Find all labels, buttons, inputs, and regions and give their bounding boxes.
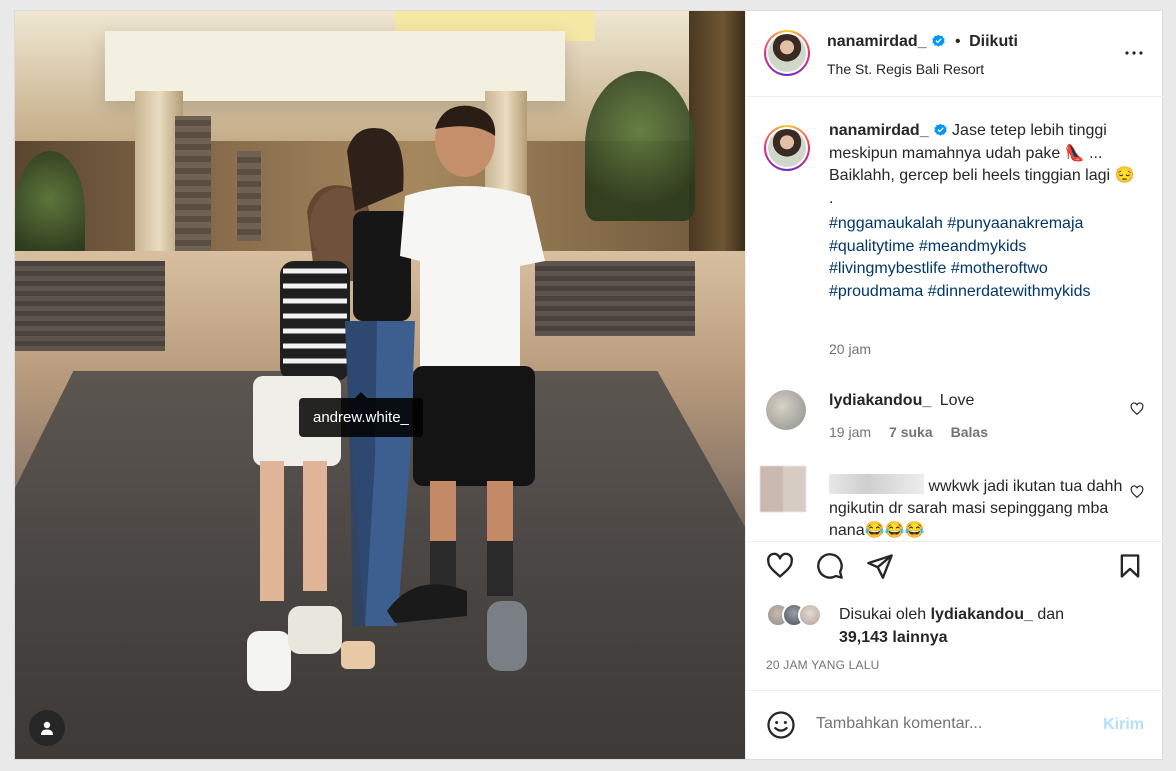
post-modal: andrew.white_ nanamirdad_ • Diikuti The … bbox=[14, 10, 1164, 760]
liked-by-prefix: Disukai oleh bbox=[839, 606, 927, 623]
caption-hashtags[interactable]: #nggamaukalah #punyaanakremaja #qualityt… bbox=[829, 213, 1139, 303]
caption-avatar[interactable] bbox=[764, 125, 810, 171]
post-comment-button[interactable]: Kirim bbox=[1103, 716, 1144, 734]
follow-status-button[interactable]: Diikuti bbox=[969, 33, 1018, 50]
comment-icon bbox=[817, 553, 843, 579]
more-horizontal-icon bbox=[1125, 51, 1143, 55]
reply-button[interactable]: Balas bbox=[951, 424, 988, 440]
commenter-avatar-blurred[interactable] bbox=[760, 466, 806, 512]
comment-input[interactable] bbox=[816, 715, 1076, 733]
comment-likes[interactable]: 7 suka bbox=[889, 424, 933, 440]
comment-button[interactable] bbox=[814, 550, 846, 582]
commenter-avatar[interactable] bbox=[766, 390, 806, 430]
header-user-row: nanamirdad_ • Diikuti bbox=[827, 33, 1018, 51]
post-actions: Disukai oleh lydiakandou_ dan 39,143 lai… bbox=[746, 541, 1164, 689]
liked-by-user[interactable]: lydiakandou_ bbox=[931, 606, 1033, 623]
comment-username[interactable]: lydiakandou_ bbox=[829, 392, 931, 409]
comments-section[interactable]: nanamirdad_ Jase tetep lebih tinggi mesk… bbox=[746, 98, 1164, 541]
user-tag-label[interactable]: andrew.white_ bbox=[299, 392, 423, 437]
people-silhouettes bbox=[247, 105, 545, 691]
send-icon bbox=[867, 554, 893, 579]
author-username[interactable]: nanamirdad_ bbox=[827, 33, 927, 50]
comment-username-blurred[interactable] bbox=[829, 474, 924, 494]
post-date[interactable]: 20 JAM YANG LALU bbox=[766, 658, 879, 672]
more-options-button[interactable] bbox=[1122, 41, 1146, 65]
caption-time[interactable]: 20 jam bbox=[829, 341, 871, 357]
comment-composer: Kirim bbox=[746, 690, 1164, 759]
post-side-panel: nanamirdad_ • Diikuti The St. Regis Bali… bbox=[745, 11, 1164, 759]
post-header: nanamirdad_ • Diikuti The St. Regis Bali… bbox=[746, 11, 1164, 97]
author-avatar[interactable] bbox=[764, 30, 810, 76]
caption-dot: . bbox=[829, 189, 834, 207]
like-button[interactable] bbox=[764, 550, 796, 582]
liked-by-and: dan bbox=[1037, 606, 1065, 623]
high-heel-emoji: 👠 bbox=[1064, 144, 1085, 162]
heart-icon bbox=[767, 552, 793, 578]
post-photo[interactable]: andrew.white_ bbox=[15, 11, 745, 759]
like-count[interactable]: 39,143 lainnya bbox=[839, 629, 948, 646]
comment-like-icon[interactable] bbox=[1130, 485, 1144, 499]
verified-icon bbox=[931, 34, 945, 47]
save-button[interactable] bbox=[1114, 550, 1146, 582]
pensive-emoji: 😔 bbox=[1114, 167, 1135, 184]
smile-icon[interactable] bbox=[766, 710, 796, 740]
comment-like-icon[interactable] bbox=[1130, 402, 1144, 416]
comment-time[interactable]: 19 jam bbox=[829, 424, 871, 440]
liker-avatar[interactable] bbox=[798, 603, 822, 627]
bookmark-icon bbox=[1120, 554, 1140, 578]
verified-icon bbox=[933, 123, 947, 136]
person-icon bbox=[41, 721, 53, 735]
comment-text: Love bbox=[939, 392, 975, 409]
share-button[interactable] bbox=[864, 550, 896, 582]
caption: nanamirdad_ Jase tetep lebih tinggi mesk… bbox=[829, 120, 1139, 303]
location-link[interactable]: The St. Regis Bali Resort bbox=[827, 61, 984, 77]
header-separator: • bbox=[955, 33, 961, 50]
tagged-users-button[interactable] bbox=[29, 710, 65, 746]
caption-username[interactable]: nanamirdad_ bbox=[829, 122, 929, 139]
